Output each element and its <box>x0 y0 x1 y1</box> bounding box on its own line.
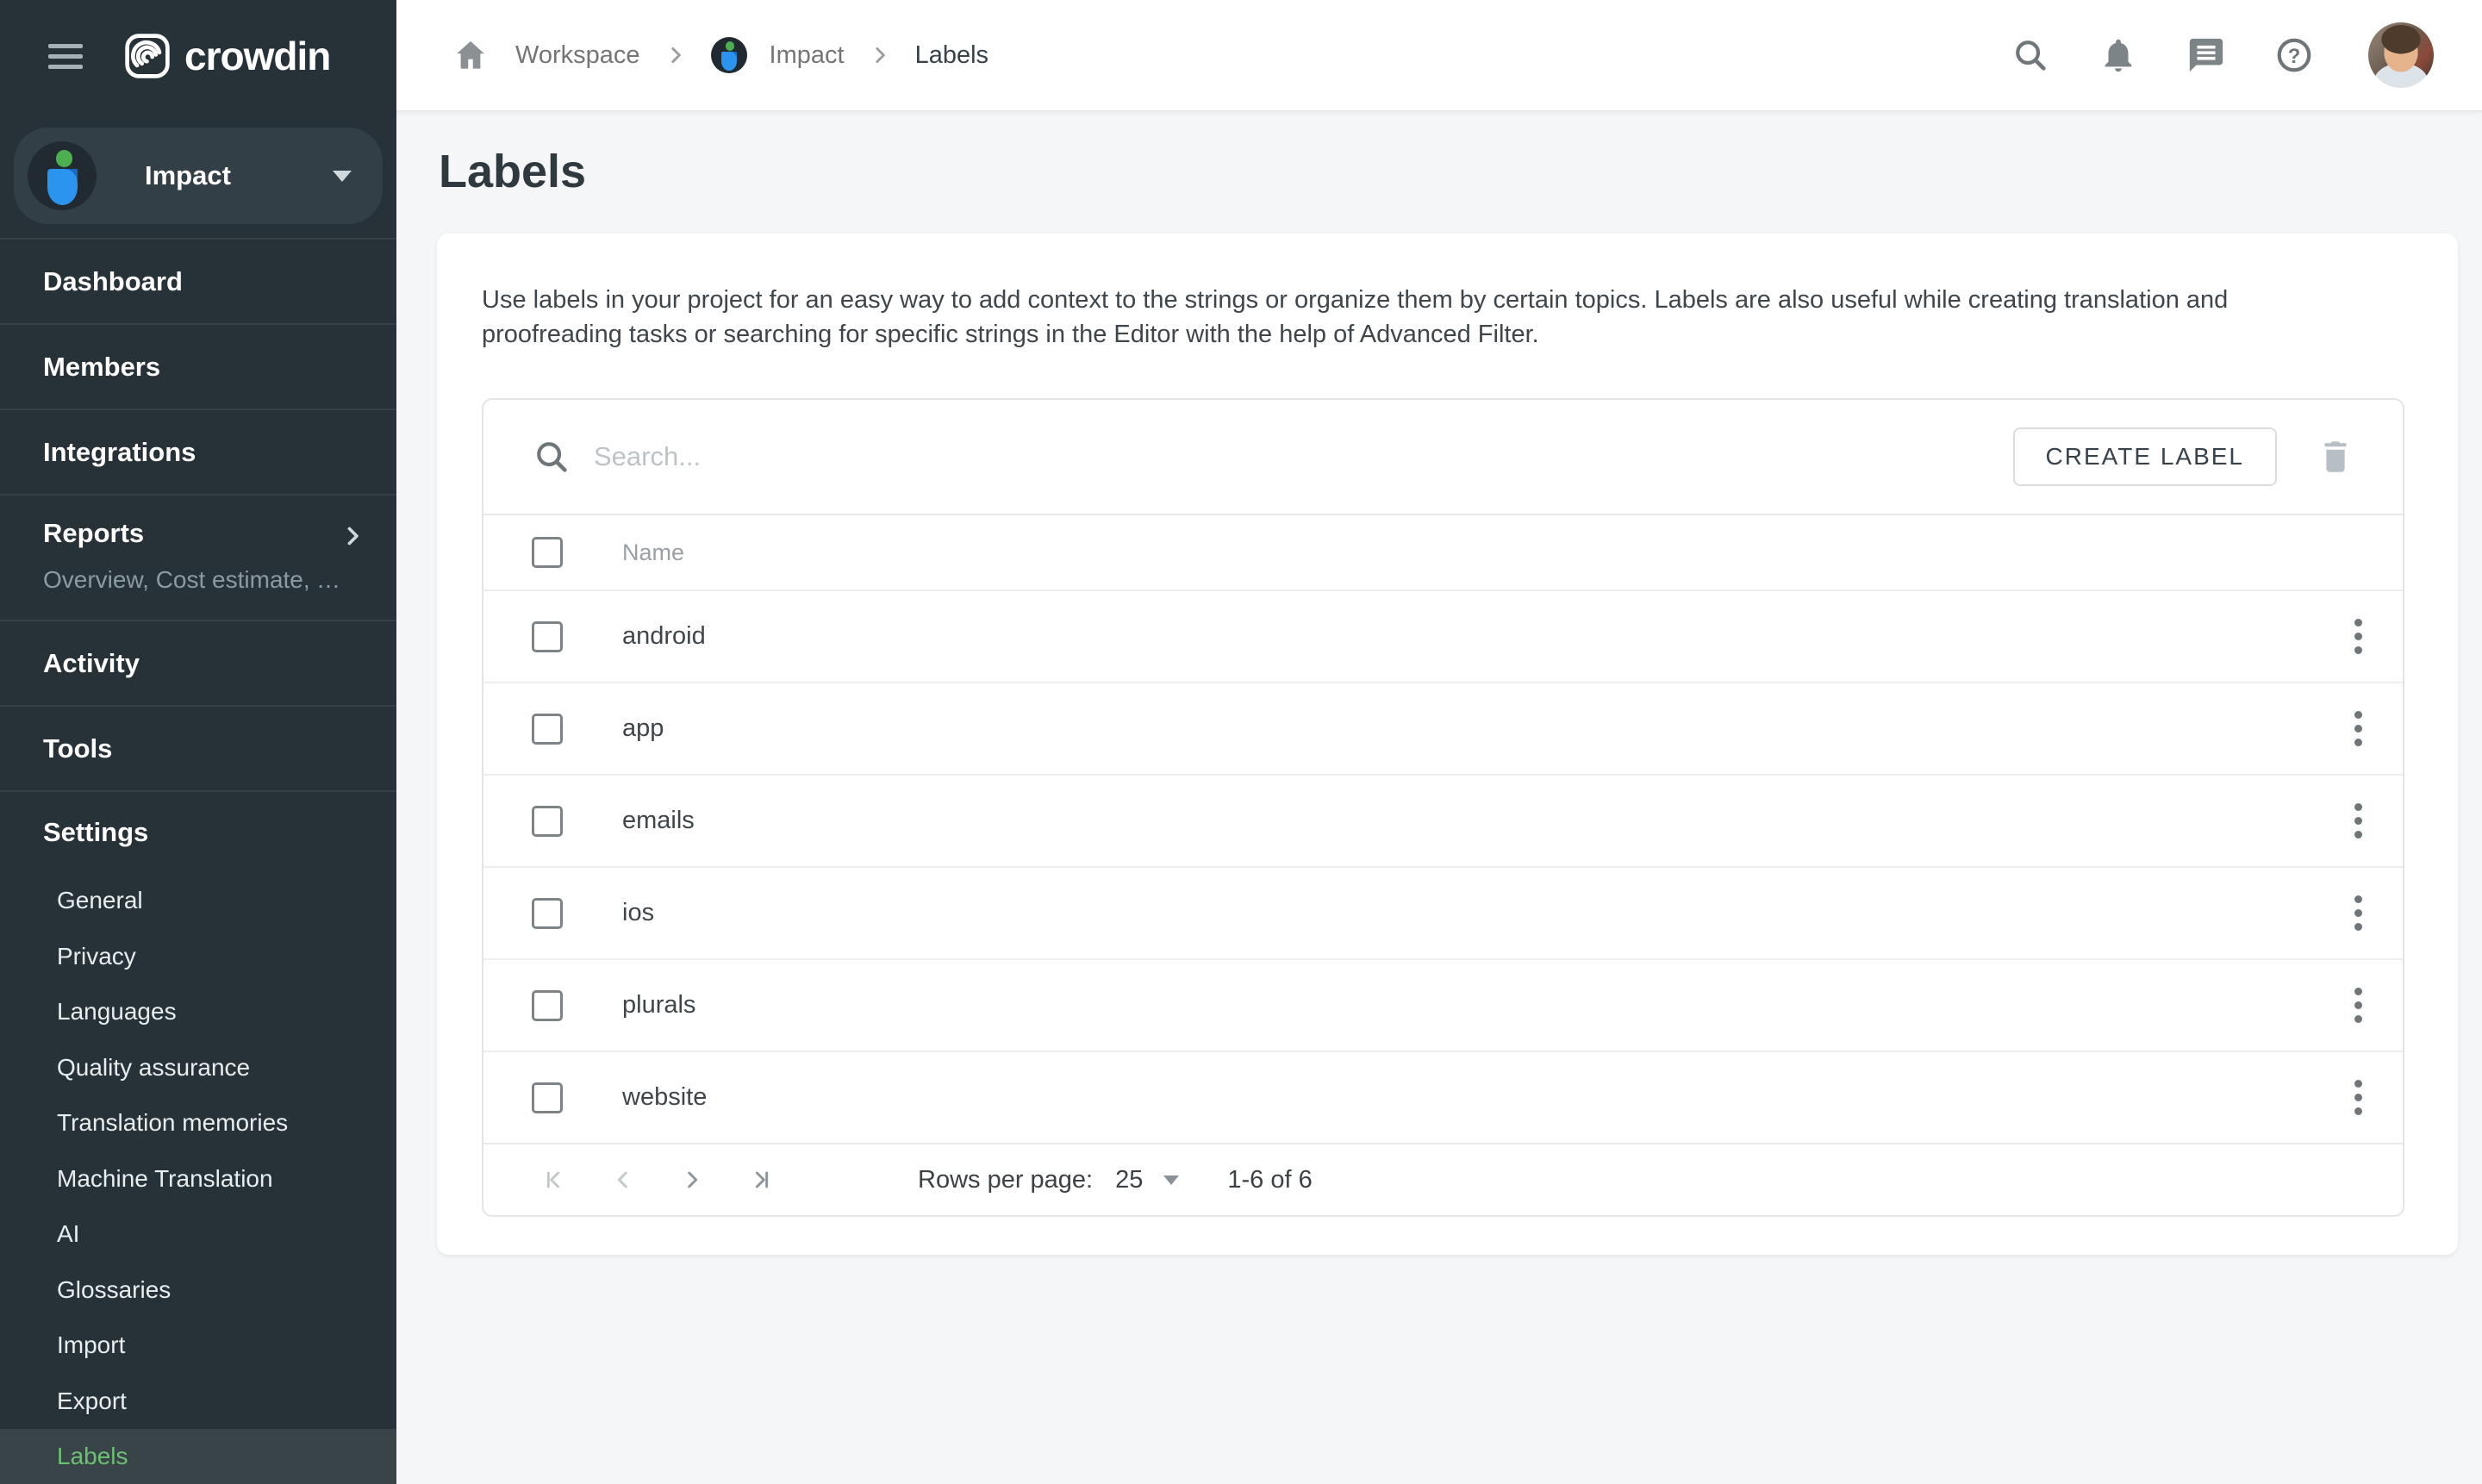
row-menu-kebab-icon[interactable] <box>2335 888 2380 939</box>
delete-icon[interactable] <box>2315 436 2356 477</box>
row-checkbox[interactable] <box>532 806 563 837</box>
row-checkbox[interactable] <box>532 714 563 745</box>
search-input[interactable] <box>594 441 2013 472</box>
table-row: emails <box>483 774 2403 866</box>
breadcrumb-current: Labels <box>915 41 988 70</box>
main-content: Labels Use labels in your project for an… <box>396 112 2482 1484</box>
table-row: app <box>483 682 2403 774</box>
help-icon[interactable]: ? <box>2272 33 2317 78</box>
sidebar-header: crowdin <box>0 0 396 112</box>
label-name: emails <box>622 807 2335 835</box>
menu-icon[interactable] <box>48 38 83 75</box>
project-name: Impact <box>145 160 333 191</box>
labels-table: CREATE LABEL Name android app <box>482 398 2404 1217</box>
chevron-down-icon <box>333 171 352 182</box>
next-page-icon[interactable] <box>670 1157 714 1202</box>
sidebar-item-languages[interactable]: Languages <box>0 984 396 1040</box>
breadcrumb-project-avatar <box>711 37 747 73</box>
messages-icon[interactable] <box>2184 33 2229 78</box>
project-switcher[interactable]: Impact <box>14 128 383 224</box>
sidebar-item-glossaries[interactable]: Glossaries <box>0 1263 396 1319</box>
sidebar: crowdin Impact Dashboard Members Integra… <box>0 0 396 1484</box>
svg-text:?: ? <box>2288 45 2301 68</box>
sidebar-item-export[interactable]: Export <box>0 1374 396 1430</box>
topbar-actions: ? <box>2008 22 2434 88</box>
sidebar-item-ai[interactable]: AI <box>0 1207 396 1263</box>
row-checkbox[interactable] <box>532 621 563 652</box>
label-name: ios <box>622 899 2335 927</box>
table-row: plurals <box>483 958 2403 1051</box>
search-field <box>532 437 2013 477</box>
chevron-right-icon <box>663 42 689 68</box>
rows-per-page-label: Rows per page: <box>918 1166 1093 1194</box>
search-icon <box>532 437 571 477</box>
sidebar-item-import[interactable]: Import <box>0 1318 396 1374</box>
breadcrumb-project[interactable]: Impact <box>770 41 845 70</box>
row-checkbox[interactable] <box>532 898 563 929</box>
label-name: plurals <box>622 991 2335 1019</box>
sidebar-item-activity[interactable]: Activity <box>0 620 396 705</box>
sidebar-nav: Dashboard Members Integrations Reports O… <box>0 238 396 1484</box>
row-checkbox[interactable] <box>532 1082 563 1113</box>
pagination: Rows per page: 25 1-6 of 6 <box>483 1143 2403 1215</box>
sidebar-item-translation-memories[interactable]: Translation memories <box>0 1095 396 1151</box>
project-avatar <box>28 141 97 210</box>
create-label-button[interactable]: CREATE LABEL <box>2013 427 2277 486</box>
pagination-range: 1-6 of 6 <box>1227 1166 1312 1194</box>
rows-per-page-value: 25 <box>1115 1166 1143 1194</box>
select-all-checkbox[interactable] <box>532 537 563 568</box>
label-name: android <box>622 622 2335 651</box>
page-title: Labels <box>439 145 586 198</box>
sidebar-item-tools[interactable]: Tools <box>0 705 396 790</box>
sidebar-item-reports[interactable]: Reports Overview, Cost estimate, Transl… <box>0 494 396 620</box>
table-toolbar: CREATE LABEL <box>483 400 2403 514</box>
row-menu-kebab-icon[interactable] <box>2335 1072 2380 1124</box>
label-name: app <box>622 714 2335 743</box>
reports-subtitle: Overview, Cost estimate, Transl… <box>43 566 345 594</box>
sidebar-item-machine-translation[interactable]: Machine Translation <box>0 1151 396 1207</box>
sidebar-item-privacy[interactable]: Privacy <box>0 929 396 985</box>
previous-page-icon[interactable] <box>601 1157 645 1202</box>
topbar: Workspace Impact Labels <box>396 0 2482 112</box>
sidebar-item-members[interactable]: Members <box>0 323 396 408</box>
user-avatar[interactable] <box>2368 22 2434 88</box>
first-page-icon[interactable] <box>532 1157 577 1202</box>
table-header-row: Name <box>483 514 2403 589</box>
crowdin-logo[interactable]: crowdin <box>124 33 330 79</box>
chevron-down-icon <box>1163 1175 1179 1185</box>
search-icon[interactable] <box>2008 33 2053 78</box>
rows-per-page-select[interactable]: 25 <box>1115 1166 1179 1194</box>
row-checkbox[interactable] <box>532 990 563 1021</box>
label-name: website <box>622 1083 2335 1112</box>
table-row: ios <box>483 866 2403 958</box>
breadcrumb-workspace[interactable]: Workspace <box>515 41 640 70</box>
row-menu-kebab-icon[interactable] <box>2335 795 2380 847</box>
breadcrumb: Workspace Impact Labels <box>448 33 2008 78</box>
sidebar-item-dashboard[interactable]: Dashboard <box>0 238 396 323</box>
row-menu-kebab-icon[interactable] <box>2335 980 2380 1032</box>
row-menu-kebab-icon[interactable] <box>2335 703 2380 755</box>
sidebar-item-labels[interactable]: Labels <box>0 1429 396 1484</box>
table-row: android <box>483 589 2403 682</box>
crowdin-wordmark: crowdin <box>184 33 330 79</box>
home-icon[interactable] <box>448 33 493 78</box>
last-page-icon[interactable] <box>739 1157 783 1202</box>
sidebar-item-general[interactable]: General <box>0 873 396 929</box>
notifications-icon[interactable] <box>2096 33 2141 78</box>
sidebar-section-settings: Settings <box>0 790 396 873</box>
table-row: website <box>483 1051 2403 1143</box>
labels-description: Use labels in your project for an easy w… <box>482 283 2369 352</box>
crowdin-logo-icon <box>124 33 171 79</box>
name-column-header: Name <box>622 539 684 566</box>
row-menu-kebab-icon[interactable] <box>2335 611 2380 663</box>
chevron-right-icon <box>867 42 893 68</box>
chevron-right-icon <box>338 521 367 551</box>
sidebar-item-quality-assurance[interactable]: Quality assurance <box>0 1040 396 1096</box>
sidebar-item-integrations[interactable]: Integrations <box>0 408 396 494</box>
labels-card: Use labels in your project for an easy w… <box>437 234 2458 1255</box>
